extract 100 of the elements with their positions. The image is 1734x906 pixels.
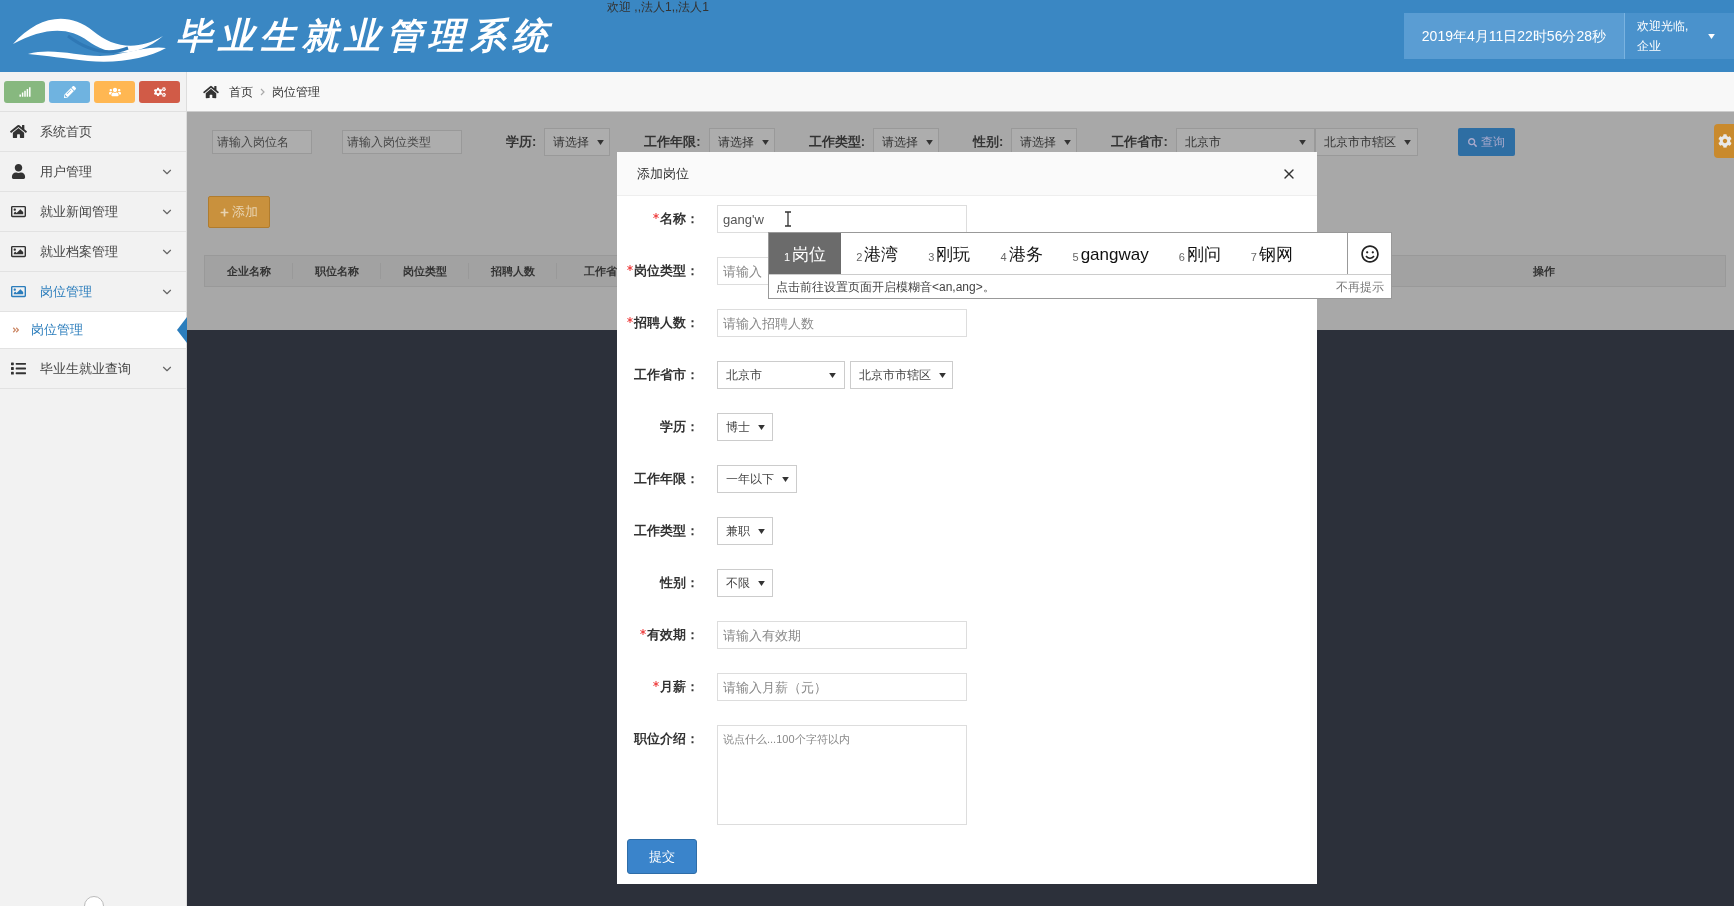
caret-icon	[761, 139, 769, 145]
caret-icon	[758, 528, 765, 534]
gears-icon	[153, 85, 166, 98]
dropdown[interactable]: 北京市市辖区	[1314, 128, 1418, 156]
column-header: 岗位类型	[381, 262, 469, 280]
field-label: 职位介绍：	[634, 730, 699, 749]
required-asterisk-icon	[627, 317, 633, 323]
datetime-display: 2019年4月11日22时56分28秒	[1403, 13, 1624, 59]
field-label: 工作省市：	[634, 366, 699, 385]
field-label: 有效期：	[647, 626, 699, 645]
dropdown[interactable]: 北京市市辖区	[850, 361, 953, 389]
dropdown[interactable]: 不限	[717, 569, 773, 597]
caret-icon	[597, 139, 605, 145]
field-label: 工作类型：	[634, 522, 699, 541]
chevron-right-icon	[260, 87, 265, 96]
text-field[interactable]: 请输入有效期	[717, 621, 967, 649]
sidebar-menu-item[interactable]: 用户管理	[0, 152, 186, 192]
text-cursor-icon	[784, 211, 792, 227]
dropdown[interactable]: 博士	[717, 413, 773, 441]
caret-icon	[758, 424, 765, 430]
ime-candidate[interactable]: 1 岗位	[769, 233, 842, 274]
modal-title: 添加岗位	[637, 164, 690, 183]
required-asterisk-icon	[653, 213, 659, 219]
ime-candidate[interactable]: 5 gangway	[1057, 233, 1164, 274]
home-icon	[10, 124, 27, 139]
user-icon	[10, 164, 27, 179]
home-icon	[203, 84, 219, 99]
filter-label: 工作年限:	[644, 133, 701, 152]
caret-icon	[1298, 139, 1306, 145]
image-icon	[10, 244, 27, 259]
required-asterisk-icon	[653, 681, 659, 687]
description-field[interactable]: 说点什么...100个字符以内	[717, 725, 967, 825]
column-header: 企业名称	[205, 262, 293, 280]
field-label: 工作年限：	[634, 470, 699, 489]
caret-icon	[926, 139, 934, 145]
filter-label: 性别:	[973, 133, 1004, 152]
caret-icon	[829, 372, 836, 378]
ime-candidate[interactable]: 4港务	[985, 233, 1058, 274]
dropdown[interactable]: 一年以下	[717, 465, 797, 493]
sidebar-menu-item[interactable]: 系统首页	[0, 112, 186, 152]
search-field[interactable]: 请输入岗位名	[212, 130, 312, 154]
column-header: 职位名称	[293, 262, 381, 280]
image-icon	[10, 284, 27, 299]
text-field[interactable]: gang'w	[717, 205, 967, 233]
search-field[interactable]: 请输入岗位类型	[342, 130, 462, 154]
required-asterisk-icon	[640, 629, 646, 635]
active-pointer-icon	[177, 317, 187, 343]
sidebar-menu-item[interactable]: 毕业生就业查询	[0, 349, 186, 389]
settings-tab[interactable]	[1714, 124, 1734, 158]
field-label: 名称：	[660, 210, 699, 229]
text-field[interactable]: 请输入招聘人数	[717, 309, 967, 337]
breadcrumb-link[interactable]: 岗位管理	[272, 82, 320, 101]
filter-label: 工作省市:	[1111, 133, 1168, 152]
caret-icon	[1403, 139, 1411, 145]
shortcut-button[interactable]	[139, 80, 180, 103]
plus-icon	[220, 207, 229, 217]
shortcut-button[interactable]	[49, 80, 90, 103]
double-chevron-icon	[12, 326, 20, 334]
ime-hint-link[interactable]: 点击前往设置页面开启模糊音<an,ang>。	[776, 277, 1336, 296]
ime-candidate[interactable]: 7钢网	[1235, 233, 1308, 274]
list-icon	[10, 361, 27, 376]
image-icon	[10, 204, 27, 219]
submenu-item[interactable]: 岗位管理	[0, 312, 186, 349]
caret-icon	[758, 580, 765, 586]
shortcut-button[interactable]	[94, 80, 135, 103]
ime-candidate[interactable]: 2港湾	[841, 233, 914, 274]
dropdown[interactable]: 兼职	[717, 517, 773, 545]
caret-icon	[939, 372, 946, 378]
ime-candidate[interactable]: 6 刚问	[1163, 233, 1236, 274]
dropdown[interactable]: 北京市	[717, 361, 845, 389]
required-asterisk-icon	[627, 265, 633, 271]
field-label: 月薪：	[660, 678, 699, 697]
field-label: 招聘人数：	[634, 314, 699, 333]
field-label: 学历：	[660, 418, 699, 437]
breadcrumb-link[interactable]: 首页	[229, 82, 253, 101]
chart-bars-icon	[18, 85, 31, 98]
welcome-text: 欢迎 ,,法人1,,法人1	[607, 0, 710, 14]
emoji-icon[interactable]	[1360, 244, 1379, 263]
column-header: 操作	[1533, 263, 1555, 279]
search-icon	[1467, 137, 1477, 147]
text-field[interactable]: 请输入月薪（元）	[717, 673, 967, 701]
filter-label: 学历:	[506, 133, 537, 152]
sidebar-menu-item[interactable]: 就业档案管理	[0, 232, 186, 272]
submit-button[interactable]: 提交	[627, 839, 697, 874]
settings-icon	[1718, 134, 1732, 148]
sidebar-menu-item[interactable]: 就业新闻管理	[0, 192, 186, 232]
shortcut-button[interactable]	[4, 80, 45, 103]
field-label: 性别：	[660, 574, 699, 593]
caret-icon	[1064, 139, 1072, 145]
ime-candidate[interactable]: 3 刚玩	[913, 233, 986, 274]
caret-icon	[1708, 33, 1716, 39]
dropdown[interactable]: 请选择	[544, 128, 611, 156]
caret-icon	[782, 476, 789, 482]
column-header: 招聘人数	[469, 262, 557, 280]
users-icon	[108, 85, 121, 98]
system-title: 毕业生就业管理系统	[176, 14, 554, 58]
greeting-text: 欢迎光临,	[1637, 18, 1689, 35]
pencil-icon	[63, 85, 76, 98]
dismiss-link[interactable]: 不再提示	[1336, 277, 1384, 296]
filter-label: 工作类型:	[808, 133, 866, 152]
